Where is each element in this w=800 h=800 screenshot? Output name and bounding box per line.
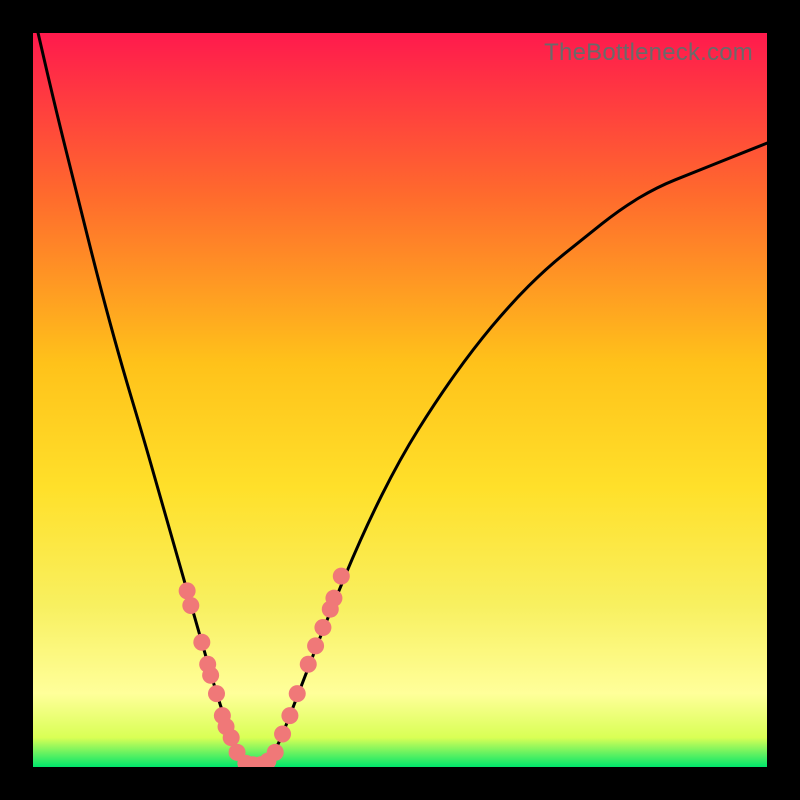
bottleneck-curve (33, 33, 767, 767)
data-marker (274, 725, 291, 742)
data-marker (208, 685, 225, 702)
data-marker (179, 582, 196, 599)
data-marker (202, 667, 219, 684)
data-marker (223, 729, 240, 746)
data-marker (182, 597, 199, 614)
plot-area: TheBottleneck.com (33, 33, 767, 767)
data-marker (193, 634, 210, 651)
data-marker (333, 568, 350, 585)
curve-layer (33, 33, 767, 767)
watermark-text: TheBottleneck.com (544, 39, 753, 67)
data-marker (267, 744, 284, 761)
data-marker (300, 656, 317, 673)
data-marker (325, 590, 342, 607)
chart-container: TheBottleneck.com (0, 0, 800, 800)
data-marker (314, 619, 331, 636)
data-marker (289, 685, 306, 702)
data-marker (281, 707, 298, 724)
data-marker (307, 637, 324, 654)
